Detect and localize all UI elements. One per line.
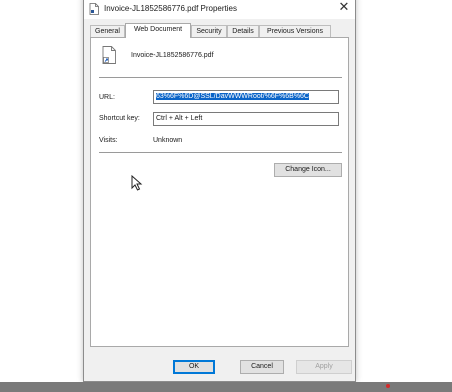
tab-web-document[interactable]: Web Document <box>125 23 191 38</box>
tab-general[interactable]: General <box>90 25 125 37</box>
tab-strip: General Web Document Security Details Pr… <box>90 23 349 38</box>
tab-details[interactable]: Details <box>227 25 259 37</box>
change-icon-button[interactable]: Change Icon... <box>274 163 342 177</box>
red-indicator <box>386 384 390 388</box>
shortcut-key-label: Shortcut key: <box>99 115 140 122</box>
close-icon: ✕ <box>338 0 350 14</box>
url-label: URL: <box>99 94 115 101</box>
shortcut-key-field[interactable]: Ctrl + Alt + Left <box>153 112 339 126</box>
tab-panel: Invoice-JL1852586776.pdf URL: 63%6F%6D@S… <box>90 37 349 347</box>
cancel-button[interactable]: Cancel <box>240 360 284 374</box>
apply-button[interactable]: Apply <box>296 360 352 374</box>
title-bar[interactable]: Invoice-JL1852586776.pdf Properties ✕ <box>84 0 355 19</box>
window-title: Invoice-JL1852586776.pdf Properties <box>104 4 237 13</box>
url-value: 63%6F%6D@SSL/DavWWWRoot/%6F%6B%6C <box>156 93 309 100</box>
mouse-pointer-icon <box>131 175 143 191</box>
web-document-file-icon <box>102 46 116 64</box>
divider-top <box>99 77 342 78</box>
tab-security[interactable]: Security <box>191 25 227 37</box>
file-name: Invoice-JL1852586776.pdf <box>131 52 214 59</box>
shortcut-key-value: Ctrl + Alt + Left <box>156 115 203 122</box>
pdf-file-icon <box>89 3 99 15</box>
url-field[interactable]: 63%6F%6D@SSL/DavWWWRoot/%6F%6B%6C <box>153 90 339 104</box>
visits-value: Unknown <box>153 137 183 144</box>
divider-bottom <box>99 152 342 153</box>
visits-label: Visits: <box>99 137 118 144</box>
ok-button[interactable]: OK <box>173 360 215 374</box>
close-button[interactable]: ✕ <box>333 0 355 19</box>
tab-previous-versions[interactable]: Previous Versions <box>259 25 331 37</box>
properties-dialog: Invoice-JL1852586776.pdf Properties ✕ Ge… <box>83 0 356 382</box>
taskbar-strip <box>0 382 452 392</box>
